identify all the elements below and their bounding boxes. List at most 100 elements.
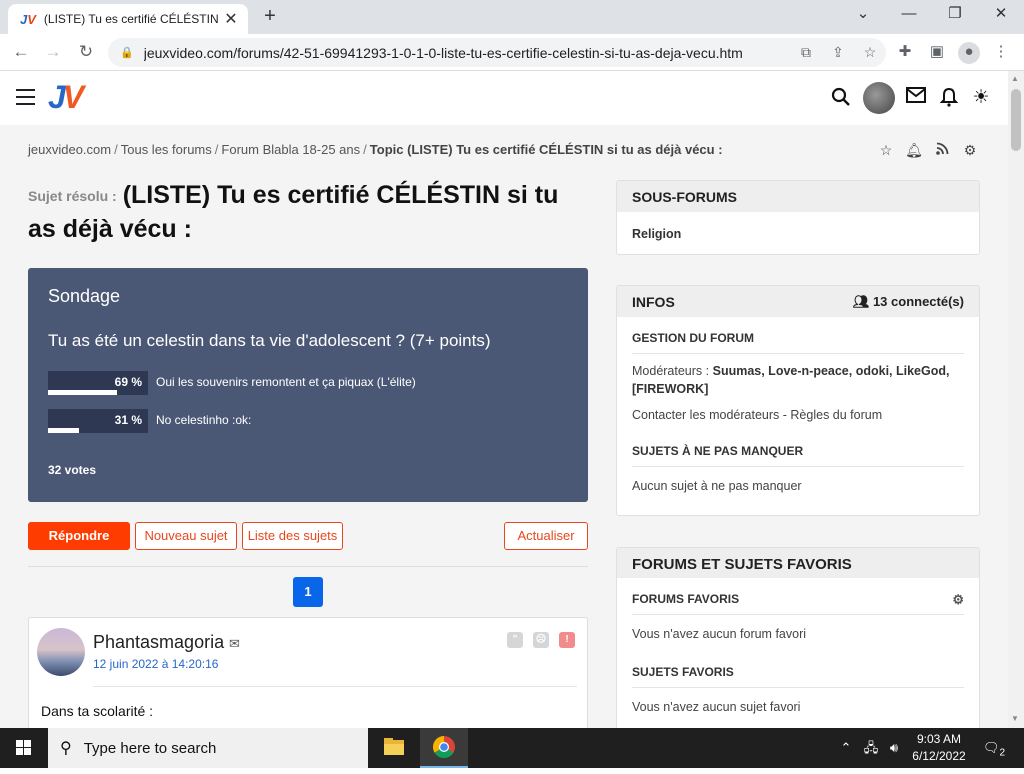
search-icon: ⚲	[60, 740, 72, 757]
scroll-down-arrow-icon[interactable]: ▼	[1011, 714, 1019, 723]
network-icon[interactable]: 🖧︎	[860, 728, 882, 768]
report-icon[interactable]: !	[559, 632, 575, 648]
poll-bar: 69 %	[48, 371, 148, 395]
browser-tab-strip: JV (LISTE) Tu es certifié CÉLÉSTIN si ✕ …	[0, 0, 1024, 34]
quote-icon[interactable]: ”	[507, 632, 523, 648]
refresh-button[interactable]: Actualiser	[504, 522, 588, 550]
follow-bell-icon[interactable]: 🔔︎	[905, 142, 923, 159]
favorites-card: FORUMS ET SUJETS FAVORIS FORUMS FAVORIS …	[616, 547, 980, 728]
must-read-empty: Aucun sujet à ne pas manquer	[632, 479, 802, 493]
site-header: JV ☀	[0, 71, 1008, 125]
new-topic-button[interactable]: Nouveau sujet	[135, 522, 237, 550]
breadcrumb-item[interactable]: jeuxvideo.com	[28, 142, 111, 157]
tab-search-icon[interactable]: ⌄	[840, 0, 886, 30]
gestion-heading: GESTION DU FORUM	[632, 317, 964, 354]
subforum-link[interactable]: Religion	[632, 227, 681, 241]
menu-kebab-icon[interactable]: ⋮	[990, 42, 1012, 64]
poll-option-label: No celestinho :ok:	[156, 413, 252, 427]
close-tab-icon[interactable]: ✕	[222, 9, 240, 29]
messages-icon[interactable]	[905, 87, 927, 109]
jv-favicon-icon: JV	[20, 11, 36, 27]
show-hidden-icons-chevron-icon[interactable]: ⌃	[836, 728, 856, 768]
page-scrollbar[interactable]: ▲ ▼	[1008, 71, 1024, 728]
poll-option[interactable]: 69 % Oui les souvenirs remontent et ça p…	[48, 371, 568, 395]
theme-sun-icon[interactable]: ☀	[970, 87, 992, 109]
breadcrumb-item[interactable]: Forum Blabla 18-25 ans	[221, 142, 360, 157]
hamburger-menu-icon[interactable]	[16, 89, 35, 105]
breadcrumb-item[interactable]: Tous les forums	[121, 142, 212, 157]
author-avatar[interactable]	[37, 628, 85, 676]
url-text[interactable]: jeuxvideo.com/forums/42-51-69941293-1-0-…	[144, 45, 790, 61]
scroll-up-arrow-icon[interactable]: ▲	[1011, 74, 1019, 83]
windows-start-icon[interactable]	[0, 728, 48, 768]
share-icon[interactable]: ⇪	[822, 44, 854, 61]
poll-panel: Sondage Tu as été un celestin dans ta vi…	[28, 268, 588, 502]
poll-option-label: Oui les souvenirs remontent et ça piquax…	[156, 375, 416, 389]
chrome-taskbar-icon[interactable]	[420, 728, 468, 768]
jv-logo[interactable]: JV	[48, 81, 84, 113]
connected-count: 👥︎ 13 connecté(s)	[852, 294, 964, 309]
forum-post: Phantasmagoria ✉ 12 juin 2022 à 14:20:16…	[28, 617, 588, 728]
new-tab-button[interactable]: +	[258, 5, 282, 29]
rss-icon[interactable]	[933, 142, 951, 158]
poll-question: Tu as été un celestin dans ta vie d'adol…	[48, 331, 491, 350]
settings-gear-icon[interactable]: ⚙	[961, 142, 979, 159]
post-body: Dans ta scolarité :	[41, 703, 154, 719]
notification-center-icon[interactable]: 🗨︎2	[982, 728, 1006, 768]
favorite-topics-heading: SUJETS FAVORIS	[632, 643, 964, 688]
search-icon[interactable]	[830, 87, 852, 109]
page-number-button[interactable]: 1	[293, 577, 323, 607]
reply-button[interactable]: Répondre	[28, 522, 130, 550]
topic-list-button[interactable]: Liste des sujets	[242, 522, 343, 550]
browser-tab[interactable]: JV (LISTE) Tu es certifié CÉLÉSTIN si ✕	[8, 4, 248, 34]
forward-icon[interactable]: →	[40, 40, 66, 66]
notifications-bell-icon[interactable]	[938, 87, 960, 109]
file-explorer-icon[interactable]	[370, 728, 418, 768]
subforums-card: SOUS-FORUMS Religion	[616, 180, 980, 255]
poll-percent: 31 %	[114, 413, 142, 427]
minimize-button[interactable]: —	[886, 0, 932, 30]
notification-count: 2	[999, 747, 1006, 759]
user-avatar[interactable]	[863, 82, 895, 114]
windows-taskbar: ⚲ Type here to search ⌃ 🖧︎ 🔊︎ 9:03 AM 6/…	[0, 728, 1024, 768]
poll-fill	[48, 428, 79, 433]
restore-button[interactable]: ❐	[932, 0, 978, 30]
contact-moderators-link[interactable]: Contacter les modérateurs	[632, 408, 779, 422]
send-message-icon[interactable]: ✉	[229, 636, 240, 652]
favorites-settings-gear-icon[interactable]: ⚙	[952, 592, 964, 608]
side-panel-icon[interactable]: ▣	[926, 42, 948, 64]
infos-card: INFOS 👥︎ 13 connecté(s) GESTION DU FORUM…	[616, 285, 980, 516]
poll-bar: 31 %	[48, 409, 148, 433]
profile-icon[interactable]: ●	[958, 42, 980, 64]
poll-option[interactable]: 31 % No celestinho :ok:	[48, 409, 568, 433]
forum-rules-link[interactable]: Règles du forum	[790, 408, 882, 422]
extensions-icon[interactable]: ✚	[894, 42, 916, 64]
back-icon[interactable]: ←	[8, 40, 34, 66]
favorite-forums-heading: FORUMS FAVORIS ⚙	[632, 578, 964, 615]
search-placeholder: Type here to search	[83, 739, 217, 757]
infos-title: INFOS	[632, 294, 675, 310]
clock[interactable]: 9:03 AM 6/12/2022	[904, 731, 974, 765]
topic-title: Sujet résolu : (LISTE) Tu es certifié CÉL…	[28, 179, 588, 246]
breadcrumb: jeuxvideo.com / Tous les forums / Forum Blab…	[28, 142, 723, 157]
subforums-title: SOUS-FORUMS	[617, 181, 979, 212]
browser-toolbar: ← → ↻ 🔒 jeuxvideo.com/forums/42-51-69941…	[0, 34, 1024, 71]
scrollbar-thumb[interactable]	[1011, 89, 1021, 151]
lock-icon[interactable]: 🔒	[120, 46, 134, 59]
clock-time: 9:03 AM	[916, 732, 962, 746]
volume-icon[interactable]: 🔊︎	[884, 728, 904, 768]
taskbar-search-box[interactable]: ⚲ Type here to search	[48, 728, 368, 768]
close-window-button[interactable]: ✕	[978, 0, 1024, 30]
poll-fill	[48, 390, 117, 395]
translate-icon[interactable]: ⧉	[790, 44, 822, 61]
infos-header: INFOS 👥︎ 13 connecté(s)	[617, 286, 979, 317]
favorite-star-icon[interactable]: ☆	[877, 142, 895, 159]
web-page: JV ☀ jeuxvideo.com / Tous les forums / Forum…	[0, 71, 1008, 728]
bookmark-star-icon[interactable]: ☆	[854, 44, 886, 61]
post-date[interactable]: 12 juin 2022 à 14:20:16	[93, 657, 218, 671]
blacklist-icon[interactable]: ☹	[533, 632, 549, 648]
post-author[interactable]: Phantasmagoria	[93, 632, 224, 653]
address-bar[interactable]: 🔒 jeuxvideo.com/forums/42-51-69941293-1-…	[108, 38, 886, 67]
moderators-line: Modérateurs : Suumas, Love-n-peace, odok…	[632, 362, 964, 398]
reload-icon[interactable]: ↻	[73, 40, 99, 66]
